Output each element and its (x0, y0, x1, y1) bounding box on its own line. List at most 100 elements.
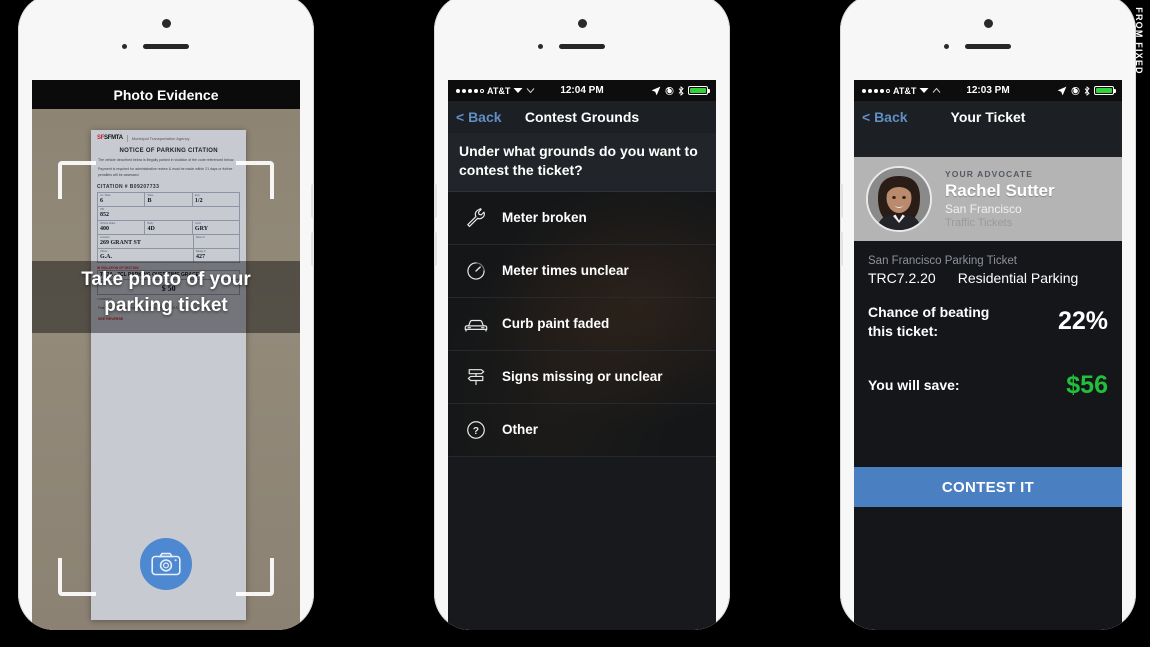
citation-paragraph-2: Payment is required for administrative r… (97, 166, 233, 177)
earpiece-speaker (559, 44, 605, 49)
field-label: Color (194, 221, 202, 225)
table-row: VIN 852 (97, 207, 240, 221)
ticket-type: Residential Parking (957, 270, 1079, 286)
field-cell: Exp. 1/2 (193, 193, 239, 206)
field-cell: Meter # (194, 235, 239, 248)
viewfinder-corner-bottom-right (236, 558, 274, 596)
field-value: 1/2 (194, 197, 203, 204)
ground-option-signs-missing[interactable]: Signs missing or unclear (448, 351, 716, 404)
field-value: 4D (147, 225, 155, 232)
earpiece-speaker (143, 44, 189, 49)
back-button[interactable]: < Back (456, 109, 502, 125)
advocate-card[interactable]: YOUR ADVOCATE Rachel Sutter San Francisc… (854, 157, 1122, 241)
field-value: G.A. (99, 253, 112, 260)
volume-button[interactable] (311, 232, 314, 266)
advocate-kicker: YOUR ADVOCATE (945, 169, 1033, 179)
ground-option-meter-broken[interactable]: Meter broken (448, 192, 716, 245)
contest-it-button[interactable]: CONTEST IT (854, 467, 1122, 507)
viewfinder-corner-bottom-left (58, 558, 96, 596)
back-button[interactable]: < Back (862, 109, 908, 125)
sfmta-logo-prefix: SF (96, 135, 105, 142)
phone-3-your-ticket: AT&T 12:03 PM < Back Your Ticket YOUR AD… (840, 0, 1136, 630)
stat-value: 22% (1057, 307, 1108, 336)
field-label: Exp. (194, 193, 201, 197)
street-sign-icon (464, 365, 488, 389)
volume-button[interactable] (840, 232, 843, 266)
citation-field-grid: Lic. Plate 6 State B Exp. 1/2 VIN 852 Ve… (96, 191, 241, 263)
volume-button[interactable] (840, 184, 843, 218)
ticket-code-row: TRC7.2.20 Residential Parking (868, 270, 1108, 286)
bluetooth-icon (678, 85, 684, 96)
front-camera-icon (984, 19, 993, 28)
ground-option-other[interactable]: ? Other (448, 404, 716, 457)
photo-evidence-header: Photo Evidence (32, 80, 300, 109)
field-cell: Badge # 427 (194, 249, 239, 262)
camera-icon (151, 552, 181, 576)
car-icon (464, 312, 488, 336)
ground-option-label: Curb paint faded (502, 316, 610, 332)
citation-letterhead: SFSFMTA Municipal Transportation Agency (91, 130, 246, 145)
ticket-summary: San Francisco Parking Ticket TRC7.2.20 R… (854, 241, 1122, 286)
contest-question: Under what grounds do you want to contes… (448, 133, 716, 192)
ground-option-label: Signs missing or unclear (502, 369, 663, 385)
field-cell: Lic. Plate 6 (98, 192, 146, 206)
field-cell: VIN 852 (98, 207, 239, 220)
rotation-lock-icon (1071, 86, 1080, 95)
field-value: GRY (194, 225, 209, 232)
stat-label: You will save: (868, 376, 960, 393)
field-cell: Vehicle Make 400 (98, 220, 146, 234)
ground-option-label: Other (502, 422, 539, 438)
question-mark-icon: ? (464, 418, 488, 442)
bluetooth-icon (1084, 85, 1090, 96)
ground-option-curb-paint-faded[interactable]: Curb paint faded (448, 298, 716, 351)
proximity-sensor-icon (944, 44, 949, 49)
table-row: Location 269 GRANT ST Meter # (97, 234, 240, 249)
stat-chance-of-beating: Chance of beating this ticket: 22% (854, 303, 1122, 341)
advocate-name: Rachel Sutter (945, 181, 1055, 200)
camera-viewfinder[interactable]: SFSFMTA Municipal Transportation Agency … (32, 109, 300, 630)
battery-icon (1094, 86, 1116, 95)
proximity-sensor-icon (538, 44, 543, 49)
status-bar: AT&T 12:04 PM (448, 80, 716, 101)
table-row: Officer G.A. Badge # 427 (98, 248, 239, 262)
field-label: Officer (99, 249, 108, 253)
field-value: 6 (99, 197, 103, 204)
camera-instruction-line-1: Take photo of your (81, 269, 251, 290)
timer-icon (464, 259, 488, 283)
advocate-portrait (868, 168, 930, 230)
status-bar: AT&T 12:03 PM (854, 80, 1122, 101)
wrench-icon (464, 206, 488, 230)
phone-1-bezel (18, 0, 314, 80)
sfmta-logo: SFSFMTA (97, 135, 123, 141)
navigation-bar: < Back Contest Grounds (448, 101, 716, 133)
proximity-sensor-icon (122, 44, 127, 49)
ticket-code: TRC7.2.20 (868, 270, 936, 286)
field-label: VIN (99, 207, 105, 211)
camera-instruction: Take photo of your parking ticket (32, 267, 300, 318)
field-label: Badge # (196, 249, 206, 253)
capture-photo-button[interactable] (140, 538, 192, 590)
earpiece-speaker (965, 44, 1011, 49)
field-label: Lic. Plate (99, 193, 111, 197)
viewfinder-corner-top-left (58, 161, 96, 199)
field-value: B (147, 197, 152, 204)
phone-3-screen: AT&T 12:03 PM < Back Your Ticket YOUR AD… (854, 80, 1122, 630)
stat-label-line-2: this ticket: (868, 322, 939, 339)
field-cell: Color GRY (193, 221, 239, 234)
ticket-jurisdiction: San Francisco Parking Ticket (868, 255, 1017, 267)
citation-number-label: CITATION # (96, 183, 128, 190)
contest-grounds-list: Meter broken Meter times unclear Curb pa… (448, 191, 716, 457)
ground-option-label: Meter times unclear (502, 263, 629, 279)
phone-3-bezel (840, 0, 1136, 80)
table-row: Vehicle Make 400 Body 4D Color GRY (97, 220, 240, 235)
volume-button[interactable] (434, 232, 437, 266)
field-label: Body (147, 221, 154, 225)
ground-option-meter-times-unclear[interactable]: Meter times unclear (448, 245, 716, 298)
volume-button[interactable] (311, 184, 314, 218)
volume-button[interactable] (434, 184, 437, 218)
field-label: Location (99, 235, 110, 239)
phone-2-screen: AT&T 12:04 PM < Back Contest Grounds Und… (448, 80, 716, 630)
field-cell: State B (145, 192, 193, 206)
watermark: FROM FIXED (1128, 0, 1150, 120)
field-value: 852 (99, 211, 109, 218)
